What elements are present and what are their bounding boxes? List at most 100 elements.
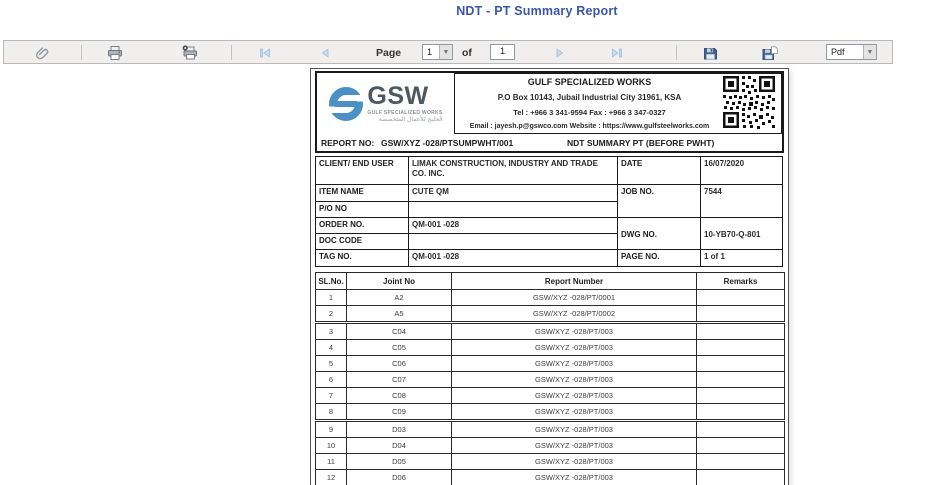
po-no-label: P/O NO (316, 202, 409, 218)
printer-icon (107, 45, 123, 61)
chevron-down-icon: ▼ (863, 45, 876, 59)
job-no-value: 7544 (701, 185, 783, 218)
slno-cell: 5 (316, 356, 347, 372)
joint-no-cell: C06 (347, 356, 452, 372)
table-row: 9D03GSW/XYZ -028/PT/003 (316, 421, 785, 438)
toolbar: Page 1 ▼ of 1 (3, 40, 893, 64)
report-viewer-screen: NDT - PT Summary Report (0, 0, 936, 485)
page-no-label: PAGE NO. (618, 250, 701, 267)
joint-no-cell: C09 (347, 404, 452, 421)
item-name-value: CUTE QM (409, 185, 618, 202)
remarks-cell (697, 404, 785, 421)
company-telfax: Tel : +966 3 341-9594 Fax : +966 3 347-0… (459, 108, 720, 117)
of-label: of (462, 47, 472, 59)
format-select[interactable]: Pdf ▼ (826, 44, 877, 60)
order-no-label: ORDER NO. (316, 218, 409, 234)
report-number-cell: GSW/XYZ -028/PT/003 (452, 340, 697, 356)
date-value: 16/07/2020 (701, 157, 783, 185)
report-number-cell: GSW/XYZ -028/PT/003 (452, 323, 697, 340)
print-button[interactable] (106, 44, 124, 62)
page-select-value: 1 (423, 45, 439, 59)
page-no-value: 1 of 1 (701, 250, 783, 267)
report-page: GSW GULF SPECIALIZED WORKS الخليج للأعما… (310, 68, 789, 485)
dwg-no-value: 10-YB70-Q-801 (701, 218, 783, 250)
export-page-button[interactable] (761, 44, 779, 62)
remarks-cell (697, 306, 785, 323)
chevron-down-icon: ▼ (439, 45, 452, 59)
table-row: 6C07GSW/XYZ -028/PT/003 (316, 372, 785, 388)
joints-table-body: 1A2GSW/XYZ -028/PT/00012A5GSW/XYZ -028/P… (316, 290, 785, 485)
report-number-cell: GSW/XYZ -028/PT/003 (452, 372, 697, 388)
report-number-cell: GSW/XYZ -028/PT/003 (452, 454, 697, 470)
table-row: 10D04GSW/XYZ -028/PT/003 (316, 438, 785, 454)
joint-no-cell: A2 (347, 290, 452, 306)
next-page-icon (553, 46, 567, 60)
table-row: 4C05GSW/XYZ -028/PT/003 (316, 340, 785, 356)
slno-cell: 12 (316, 470, 347, 485)
joint-no-cell: C04 (347, 323, 452, 340)
export-icon (703, 46, 718, 61)
last-page-button[interactable] (608, 44, 626, 62)
report-number-cell: GSW/XYZ -028/PT/003 (452, 421, 697, 438)
slno-cell: 1 (316, 290, 347, 306)
last-page-icon (610, 46, 624, 60)
client-label: CLIENT/ END USER (316, 157, 409, 185)
slno-cell: 9 (316, 421, 347, 438)
remarks-cell (697, 340, 785, 356)
previous-page-icon (318, 46, 332, 60)
next-page-button[interactable] (551, 44, 569, 62)
joint-no-cell: D05 (347, 454, 452, 470)
doc-code-value (409, 234, 618, 250)
joint-no-cell: C08 (347, 388, 452, 404)
printer-settings-icon (182, 45, 198, 61)
col-report-number: Report Number (452, 273, 697, 290)
slno-cell: 6 (316, 372, 347, 388)
logo-tagline-arabic: الخليج للأعمال المتخصصة (367, 117, 442, 123)
slno-cell: 4 (316, 340, 347, 356)
report-no-row: REPORT NO: GSW/XYZ -028/PTSUMPWHT/001 ND… (317, 134, 782, 151)
company-email-web: Email : jayesh.p@gswco.com Website : htt… (459, 123, 720, 130)
date-label: DATE (618, 157, 701, 185)
page-select[interactable]: 1 ▼ (422, 44, 453, 60)
slno-cell: 8 (316, 404, 347, 421)
first-page-button[interactable] (256, 44, 274, 62)
remarks-cell (697, 290, 785, 306)
toggle-group-tree-button[interactable] (34, 44, 52, 62)
gsw-logo-mark-icon (328, 86, 364, 122)
tag-no-label: TAG NO. (316, 250, 409, 267)
table-row: 5C06GSW/XYZ -028/PT/003 (316, 356, 785, 372)
slno-cell: 3 (316, 323, 347, 340)
logo-text-block: GSW GULF SPECIALIZED WORKS الخليج للأعما… (367, 84, 442, 123)
report-number-cell: GSW/XYZ -028/PT/003 (452, 356, 697, 372)
company-info: GULF SPECIALIZED WORKS P.O Box 10143, Ju… (455, 74, 720, 133)
report-number-cell: GSW/XYZ -028/PT/003 (452, 388, 697, 404)
report-number-cell: GSW/XYZ -028/PT/003 (452, 438, 697, 454)
first-page-icon (258, 46, 272, 60)
report-no-value: GSW/XYZ -028/PTSUMPWHT/001 (381, 138, 513, 148)
report-number-cell: GSW/XYZ -028/PT/0002 (452, 306, 697, 323)
joints-table: SL.No. Joint No Report Number Remarks 1A… (315, 272, 785, 485)
format-select-value: Pdf (827, 45, 863, 59)
print-setup-button[interactable] (181, 44, 199, 62)
table-row: 11D05GSW/XYZ -028/PT/003 (316, 454, 785, 470)
remarks-cell (697, 323, 785, 340)
slno-cell: 2 (316, 306, 347, 323)
table-row: 1A2GSW/XYZ -028/PT/0001 (316, 290, 785, 306)
report-number-cell: GSW/XYZ -028/PT/003 (452, 470, 697, 485)
joint-no-cell: C05 (347, 340, 452, 356)
table-row: 2A5GSW/XYZ -028/PT/0002 (316, 306, 785, 323)
col-slno: SL.No. (316, 273, 347, 290)
previous-page-button[interactable] (316, 44, 334, 62)
report-header: GSW GULF SPECIALIZED WORKS الخليج للأعما… (315, 71, 784, 153)
slno-cell: 7 (316, 388, 347, 404)
joint-no-cell: A5 (347, 306, 452, 323)
job-no-label: JOB NO. (618, 185, 701, 218)
order-no-value: QM-001 -028 (409, 218, 618, 234)
remarks-cell (697, 356, 785, 372)
col-remarks: Remarks (697, 273, 785, 290)
doc-code-label: DOC CODE (316, 234, 409, 250)
report-number-cell: GSW/XYZ -028/PT/0001 (452, 290, 697, 306)
remarks-cell (697, 388, 785, 404)
export-button[interactable] (701, 44, 719, 62)
report-number-cell: GSW/XYZ -028/PT/003 (452, 404, 697, 421)
